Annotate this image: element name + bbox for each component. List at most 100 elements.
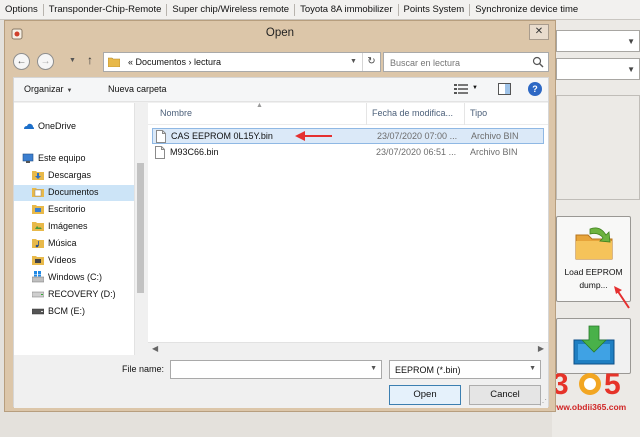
nav-item-label: Este equipo — [38, 153, 86, 163]
nav-item-documents[interactable]: Documentos — [14, 185, 134, 201]
nav-item-drive-e[interactable]: BCM (E:) — [14, 304, 134, 320]
search-box[interactable] — [383, 52, 549, 72]
scrollbar-thumb[interactable] — [137, 163, 144, 293]
nav-item-drive-c[interactable]: Windows (C:) — [14, 270, 134, 286]
nav-item-drive-d[interactable]: RECOVERY (D:) — [14, 287, 134, 303]
chevron-down-icon: ▼ — [627, 65, 635, 74]
refresh-icon[interactable]: ↻ — [362, 53, 380, 71]
nav-item-onedrive[interactable]: OneDrive — [14, 119, 134, 135]
chevron-down-icon: ▼ — [66, 88, 73, 94]
nav-item-videos[interactable]: Vídeos — [14, 253, 134, 269]
nav-item-label: Windows (C:) — [48, 272, 103, 282]
dialog-title: Open — [265, 27, 295, 39]
organize-menu[interactable]: Organizar ▼ — [24, 84, 72, 94]
nav-item-pictures[interactable]: Imágenes — [14, 219, 134, 235]
nav-item-desktop[interactable]: Escritorio — [14, 202, 134, 218]
documents-folder-icon — [32, 188, 44, 197]
address-breadcrumb[interactable]: « Documentos › lectura — [128, 57, 221, 67]
dialog-body: Organizar ▼ Nueva carpeta ▼ ? OneDrive E… — [13, 77, 549, 408]
nav-item-music[interactable]: Música — [14, 236, 134, 252]
cancel-button[interactable]: Cancel — [469, 385, 541, 405]
svg-text:5: 5 — [604, 368, 621, 399]
menu-options[interactable]: Options — [0, 4, 43, 15]
menu-toyota[interactable]: Toyota 8A immobilizer — [295, 4, 397, 15]
column-divider[interactable] — [464, 103, 465, 125]
search-icon[interactable] — [532, 56, 544, 68]
help-icon[interactable]: ? — [528, 82, 542, 96]
nav-item-label: RECOVERY (D:) — [48, 289, 116, 299]
file-name-input[interactable]: ▼ — [170, 360, 382, 379]
nav-item-label: OneDrive — [38, 121, 77, 131]
app-menubar: Options Transponder-Chip-Remote Super ch… — [0, 0, 640, 20]
file-icon — [155, 146, 165, 159]
forward-button[interactable]: → — [37, 53, 54, 70]
organize-label: Organizar — [24, 84, 64, 94]
file-name: M93C66.bin — [170, 147, 219, 157]
nav-item-label: Imágenes — [48, 221, 88, 231]
computer-icon — [22, 153, 34, 163]
recent-locations-dropdown-icon[interactable]: ▼ — [69, 57, 76, 64]
nav-item-label: BCM (E:) — [48, 306, 85, 316]
file-list-hscrollbar[interactable]: ◀ ▶ — [148, 342, 548, 355]
obdii365-logo-icon: 3 5 — [552, 368, 621, 399]
file-type-filter-value: EEPROM (*.bin) — [395, 365, 461, 375]
dialog-footer: File name: ▼ EEPROM (*.bin) ▼ Open Cance… — [14, 356, 548, 408]
annotation-arrow-tile — [614, 286, 630, 309]
menu-super-chip[interactable]: Super chip/Wireless remote — [167, 4, 294, 15]
app-combo-2[interactable]: ▼ — [556, 58, 640, 80]
scroll-right-icon[interactable]: ▶ — [538, 344, 544, 353]
drive-icon — [32, 291, 44, 298]
arrow-left-icon: ← — [16, 56, 27, 67]
chevron-down-icon[interactable]: ▼ — [350, 58, 357, 65]
file-date: 23/07/2020 07:00 ... — [377, 131, 458, 141]
address-bar[interactable]: « Documentos › lectura ▼ ↻ — [103, 52, 381, 72]
column-header-type[interactable]: Tipo — [470, 108, 487, 118]
drive-icon — [32, 308, 44, 315]
view-options-icon[interactable] — [454, 83, 468, 95]
app-combo-1[interactable]: ▼ — [556, 30, 640, 52]
chevron-down-icon: ▼ — [627, 37, 635, 46]
chevron-down-icon[interactable]: ▼ — [472, 85, 478, 91]
download-box-icon — [573, 325, 614, 365]
close-button[interactable]: ✕ — [529, 24, 549, 40]
search-input[interactable] — [390, 56, 530, 69]
arrow-right-icon: → — [40, 56, 51, 67]
column-divider[interactable] — [366, 103, 367, 125]
windows-drive-icon — [32, 271, 44, 283]
nav-item-downloads[interactable]: Descargas — [14, 168, 134, 184]
watermark-url: www.obdii365.com — [550, 402, 627, 412]
chevron-down-icon[interactable]: ▼ — [370, 365, 377, 372]
file-row-cas-eeprom[interactable]: CAS EEPROM 0L15Y.bin 23/07/2020 07:00 ..… — [152, 128, 544, 144]
file-row-m93c66[interactable]: M93C66.bin 23/07/2020 06:51 ... Archivo … — [152, 145, 544, 161]
open-button[interactable]: Open — [389, 385, 461, 405]
preview-pane-icon[interactable] — [498, 83, 511, 95]
videos-folder-icon — [32, 256, 44, 265]
file-type-filter[interactable]: EEPROM (*.bin) ▼ — [389, 360, 541, 379]
up-folder-icon[interactable]: ↑ — [87, 53, 93, 67]
menu-points[interactable]: Points System — [399, 4, 470, 15]
menu-sync-time[interactable]: Synchronize device time — [470, 4, 583, 15]
column-header-name[interactable]: Nombre — [160, 108, 192, 118]
navigation-pane: OneDrive Este equipo Descargas Documento… — [14, 103, 145, 355]
nav-item-label: Música — [48, 238, 77, 248]
dialog-titlebar[interactable]: Open ✕ — [5, 21, 555, 47]
downloads-folder-icon — [32, 171, 44, 180]
file-name-label: File name: — [122, 364, 165, 374]
file-date: 23/07/2020 06:51 ... — [376, 147, 457, 157]
navigation-row: ← → ▼ ↑ « Documentos › lectura ▼ ↻ — [13, 51, 549, 73]
back-button[interactable]: ← — [13, 53, 30, 70]
file-list-pane: ▲ Nombre Fecha de modifica... Tipo CAS E… — [148, 102, 548, 355]
column-header-date[interactable]: Fecha de modifica... — [372, 108, 453, 118]
new-folder-button[interactable]: Nueva carpeta — [108, 84, 167, 94]
chevron-down-icon: ▼ — [529, 365, 536, 372]
nav-pane-scrollbar[interactable] — [134, 103, 145, 355]
scroll-left-icon[interactable]: ◀ — [152, 344, 158, 353]
open-file-dialog: Open ✕ ← → ▼ ↑ « Documentos › lectura ▼ … — [4, 20, 556, 412]
annotation-arrow-file — [295, 131, 332, 141]
menu-transponder[interactable]: Transponder-Chip-Remote — [44, 4, 167, 15]
sort-ascending-icon: ▲ — [256, 102, 263, 109]
resize-grip-icon[interactable]: ⋰ — [539, 398, 547, 407]
close-icon: ✕ — [534, 26, 544, 37]
load-eeprom-label-1: Load EEPROM — [564, 267, 623, 277]
nav-item-this-pc[interactable]: Este equipo — [14, 151, 134, 167]
